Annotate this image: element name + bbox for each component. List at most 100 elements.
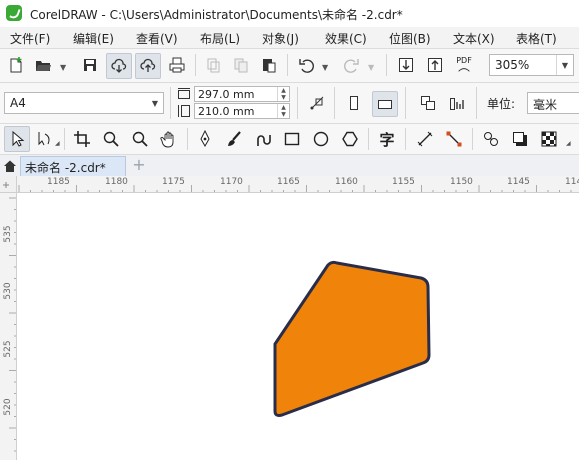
separator bbox=[368, 128, 369, 150]
export-icon[interactable] bbox=[424, 54, 446, 76]
document-tab-bar: 未命名 -2.cdr* + bbox=[0, 155, 579, 177]
menu-file[interactable]: 文件(F) bbox=[10, 30, 50, 47]
more-tools-icon[interactable]: ◢ bbox=[566, 140, 571, 147]
crop-tool-icon[interactable] bbox=[71, 128, 93, 150]
separator bbox=[187, 128, 188, 150]
text-tool-icon[interactable]: 字 bbox=[376, 128, 398, 150]
standard-toolbar: ▼ ▼ ▼ PDF 305% ▼ bbox=[0, 49, 579, 83]
polygon-tool-icon[interactable] bbox=[339, 128, 361, 150]
ruler-h-label: 1145 bbox=[507, 177, 530, 187]
paste-icon[interactable] bbox=[258, 54, 280, 76]
ruler-h-label: 1185 bbox=[47, 177, 70, 187]
new-document-icon[interactable] bbox=[5, 54, 27, 76]
page-size-select[interactable]: A4 ▼ bbox=[4, 92, 164, 114]
undo-icon[interactable] bbox=[296, 54, 318, 76]
zoom-out-tool-icon[interactable] bbox=[129, 128, 151, 150]
toolbox: ◢ 字 ◢ bbox=[0, 124, 579, 155]
pick-tool-icon[interactable] bbox=[4, 126, 30, 152]
property-bar: A4 ▼ 297.0 mm ▲ ▼ 210.0 mm ▲ ▼ 单位: 毫米 bbox=[0, 83, 579, 124]
canvas-surface bbox=[273, 260, 431, 417]
zoom-level-select[interactable]: 305% ▼ bbox=[489, 54, 574, 76]
landscape-icon[interactable] bbox=[372, 91, 398, 117]
title-bar: CorelDRAW - C:\Users\Administrator\Docum… bbox=[0, 0, 579, 28]
page-height-spinner[interactable]: ▲ ▼ bbox=[277, 104, 289, 118]
freehand-tool-icon[interactable] bbox=[252, 128, 274, 150]
menu-layout[interactable]: 布局(L) bbox=[200, 30, 240, 47]
page-width-field[interactable]: 297.0 mm ▲ ▼ bbox=[194, 86, 290, 102]
separator bbox=[297, 87, 298, 119]
menu-bitmaps[interactable]: 位图(B) bbox=[389, 30, 431, 47]
copy-icon[interactable] bbox=[230, 54, 252, 76]
separator bbox=[405, 128, 406, 150]
drawing-canvas[interactable] bbox=[17, 193, 579, 460]
page-height-field[interactable]: 210.0 mm ▲ ▼ bbox=[194, 103, 290, 119]
page-width-icon bbox=[177, 87, 191, 101]
ruler-h-label: 1180 bbox=[105, 177, 128, 187]
menu-edit[interactable]: 编辑(E) bbox=[73, 30, 114, 47]
print-icon[interactable] bbox=[166, 54, 188, 76]
undo-dropdown-icon[interactable]: ▼ bbox=[322, 63, 328, 72]
zoom-tool-icon[interactable] bbox=[100, 128, 122, 150]
pen-tool-icon[interactable] bbox=[194, 128, 216, 150]
current-page-icon[interactable] bbox=[446, 92, 468, 114]
separator bbox=[472, 128, 473, 150]
transparency-tool-icon[interactable] bbox=[538, 128, 560, 150]
ruler-h-label: 114 bbox=[565, 177, 579, 187]
orange-polygon-shape[interactable] bbox=[273, 260, 431, 417]
open-dropdown-icon[interactable]: ▼ bbox=[60, 63, 66, 72]
connector-tool-icon[interactable] bbox=[443, 128, 465, 150]
ruler-h-label: 1170 bbox=[220, 177, 243, 187]
drop-shadow-tool-icon[interactable] bbox=[509, 128, 531, 150]
cut-icon[interactable] bbox=[202, 54, 224, 76]
document-tab[interactable]: 未命名 -2.cdr* bbox=[20, 156, 126, 176]
new-tab-button[interactable]: + bbox=[130, 156, 148, 174]
publish-pdf-icon[interactable]: PDF bbox=[453, 54, 475, 76]
page-height-icon bbox=[177, 104, 191, 118]
menu-text[interactable]: 文本(X) bbox=[453, 30, 495, 47]
save-icon[interactable] bbox=[79, 54, 101, 76]
all-pages-icon[interactable] bbox=[417, 92, 439, 114]
units-value: 毫米 bbox=[533, 98, 558, 112]
document-tab-label: 未命名 -2.cdr* bbox=[25, 161, 106, 175]
page-position-icon[interactable] bbox=[306, 92, 328, 114]
zoom-dropdown-icon[interactable]: ▼ bbox=[556, 55, 573, 75]
page-width-spinner[interactable]: ▲ ▼ bbox=[277, 87, 289, 101]
import-icon[interactable] bbox=[395, 54, 417, 76]
separator bbox=[195, 54, 196, 76]
window-title: CorelDRAW - C:\Users\Administrator\Docum… bbox=[30, 8, 403, 22]
cloud-download-icon[interactable] bbox=[106, 53, 132, 79]
menu-object[interactable]: 对象(J) bbox=[262, 30, 299, 47]
ruler-h-label: 1165 bbox=[277, 177, 300, 187]
open-folder-icon[interactable] bbox=[32, 54, 54, 76]
shape-tool-icon[interactable] bbox=[33, 128, 55, 150]
menu-table[interactable]: 表格(T) bbox=[516, 30, 557, 47]
rectangle-tool-icon[interactable] bbox=[281, 128, 303, 150]
ruler-h-label: 1155 bbox=[392, 177, 415, 187]
coreldraw-logo-icon bbox=[6, 5, 22, 21]
ellipse-tool-icon[interactable] bbox=[310, 128, 332, 150]
dimension-tool-icon[interactable] bbox=[414, 128, 436, 150]
redo-dropdown-icon[interactable]: ▼ bbox=[368, 63, 374, 72]
ruler-v-label: 535 bbox=[3, 225, 13, 243]
page-size-dropdown-icon[interactable]: ▼ bbox=[147, 93, 163, 113]
menu-bar: 文件(F) 编辑(E) 查看(V) 布局(L) 对象(J) 效果(C) 位图(B… bbox=[0, 27, 579, 49]
vertical-ruler[interactable]: 535 530 525 520 bbox=[0, 193, 17, 460]
units-select[interactable]: 毫米 bbox=[527, 92, 579, 114]
ruler-origin[interactable] bbox=[0, 176, 17, 193]
home-icon[interactable] bbox=[0, 155, 20, 176]
portrait-icon[interactable] bbox=[343, 92, 365, 114]
pan-tool-icon[interactable] bbox=[158, 128, 180, 150]
cloud-upload-icon[interactable] bbox=[135, 53, 161, 79]
menu-view[interactable]: 查看(V) bbox=[136, 30, 178, 47]
ruler-h-label: 1150 bbox=[450, 177, 473, 187]
redo-icon[interactable] bbox=[340, 54, 362, 76]
ruler-v-label: 525 bbox=[3, 340, 13, 358]
blend-tool-icon[interactable] bbox=[480, 128, 502, 150]
menu-effects[interactable]: 效果(C) bbox=[325, 30, 367, 47]
shape-tool-flyout-icon[interactable]: ◢ bbox=[55, 140, 60, 147]
pdf-label: PDF bbox=[456, 55, 472, 65]
horizontal-ruler[interactable]: 1185 1180 1175 1170 1165 1160 1155 1150 … bbox=[17, 176, 579, 193]
brush-tool-icon[interactable] bbox=[223, 128, 245, 150]
separator bbox=[287, 54, 288, 76]
separator bbox=[405, 87, 406, 119]
